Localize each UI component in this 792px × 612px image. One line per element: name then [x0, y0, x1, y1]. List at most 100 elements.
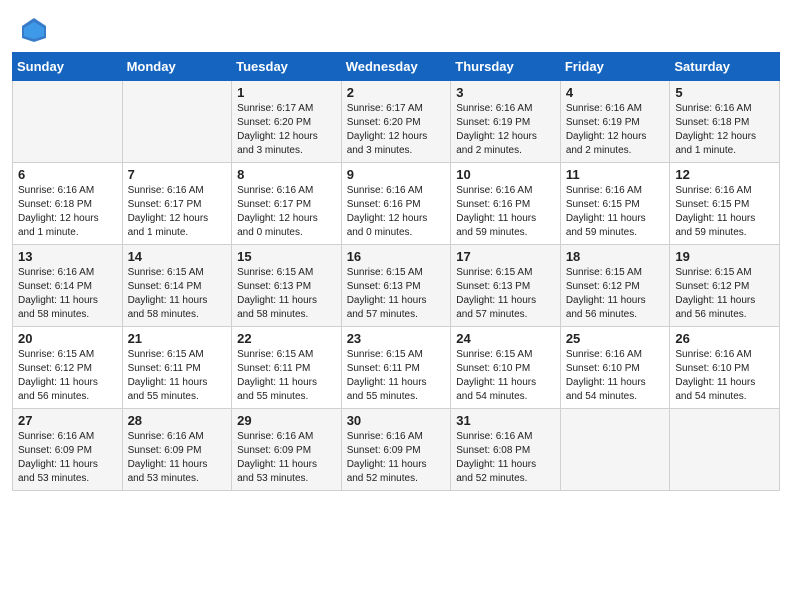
day-number: 8	[237, 167, 336, 182]
cell-info: Sunrise: 6:16 AM Sunset: 6:15 PM Dayligh…	[675, 184, 774, 240]
day-number: 20	[18, 331, 117, 346]
day-number: 24	[456, 331, 555, 346]
calendar-cell: 3 Sunrise: 6:16 AM Sunset: 6:19 PM Daylig…	[451, 81, 561, 163]
day-number: 1	[237, 85, 336, 100]
calendar-cell: 13 Sunrise: 6:16 AM Sunset: 6:14 PM Dayli…	[13, 245, 123, 327]
logo	[20, 16, 52, 44]
calendar-header: SundayMondayTuesdayWednesdayThursdayFrid…	[13, 53, 780, 81]
day-number: 16	[347, 249, 446, 264]
cell-info: Sunrise: 6:15 AM Sunset: 6:12 PM Dayligh…	[566, 266, 665, 322]
calendar: SundayMondayTuesdayWednesdayThursdayFrid…	[0, 52, 792, 612]
day-number: 28	[128, 413, 227, 428]
day-number: 5	[675, 85, 774, 100]
day-number: 9	[347, 167, 446, 182]
day-number: 19	[675, 249, 774, 264]
cell-info: Sunrise: 6:16 AM Sunset: 6:17 PM Dayligh…	[128, 184, 227, 240]
day-number: 30	[347, 413, 446, 428]
day-number: 25	[566, 331, 665, 346]
cell-info: Sunrise: 6:15 AM Sunset: 6:13 PM Dayligh…	[347, 266, 446, 322]
cell-info: Sunrise: 6:16 AM Sunset: 6:09 PM Dayligh…	[347, 430, 446, 486]
cell-info: Sunrise: 6:16 AM Sunset: 6:17 PM Dayligh…	[237, 184, 336, 240]
calendar-cell: 21 Sunrise: 6:15 AM Sunset: 6:11 PM Dayli…	[122, 327, 232, 409]
cell-info: Sunrise: 6:15 AM Sunset: 6:13 PM Dayligh…	[456, 266, 555, 322]
cell-info: Sunrise: 6:16 AM Sunset: 6:09 PM Dayligh…	[18, 430, 117, 486]
calendar-cell: 15 Sunrise: 6:15 AM Sunset: 6:13 PM Dayli…	[232, 245, 342, 327]
cell-info: Sunrise: 6:15 AM Sunset: 6:11 PM Dayligh…	[237, 348, 336, 404]
header-day: Friday	[560, 53, 670, 81]
calendar-cell: 9 Sunrise: 6:16 AM Sunset: 6:16 PM Daylig…	[341, 163, 451, 245]
calendar-week-row: 20 Sunrise: 6:15 AM Sunset: 6:12 PM Dayli…	[13, 327, 780, 409]
calendar-cell: 24Sunrise: 6:15 AM Sunset: 6:10 PM Dayli…	[451, 327, 561, 409]
calendar-cell: 12Sunrise: 6:16 AM Sunset: 6:15 PM Dayli…	[670, 163, 780, 245]
calendar-cell: 23 Sunrise: 6:15 AM Sunset: 6:11 PM Dayli…	[341, 327, 451, 409]
cell-info: Sunrise: 6:16 AM Sunset: 6:19 PM Dayligh…	[566, 102, 665, 158]
day-number: 13	[18, 249, 117, 264]
day-number: 4	[566, 85, 665, 100]
day-number: 18	[566, 249, 665, 264]
calendar-cell: 5Sunrise: 6:16 AM Sunset: 6:18 PM Daylig…	[670, 81, 780, 163]
cell-info: Sunrise: 6:16 AM Sunset: 6:15 PM Dayligh…	[566, 184, 665, 240]
calendar-cell: 22 Sunrise: 6:15 AM Sunset: 6:11 PM Dayli…	[232, 327, 342, 409]
cell-info: Sunrise: 6:16 AM Sunset: 6:19 PM Dayligh…	[456, 102, 555, 158]
calendar-cell: 18 Sunrise: 6:15 AM Sunset: 6:12 PM Dayli…	[560, 245, 670, 327]
cell-info: Sunrise: 6:17 AM Sunset: 6:20 PM Dayligh…	[237, 102, 336, 158]
day-number: 31	[456, 413, 555, 428]
cell-info: Sunrise: 6:15 AM Sunset: 6:12 PM Dayligh…	[18, 348, 117, 404]
cell-info: Sunrise: 6:16 AM Sunset: 6:09 PM Dayligh…	[128, 430, 227, 486]
day-number: 22	[237, 331, 336, 346]
day-number: 7	[128, 167, 227, 182]
cell-info: Sunrise: 6:16 AM Sunset: 6:09 PM Dayligh…	[237, 430, 336, 486]
calendar-week-row: 13 Sunrise: 6:16 AM Sunset: 6:14 PM Dayli…	[13, 245, 780, 327]
cell-info: Sunrise: 6:16 AM Sunset: 6:08 PM Dayligh…	[456, 430, 555, 486]
day-number: 17	[456, 249, 555, 264]
header-day: Saturday	[670, 53, 780, 81]
calendar-cell: 1 Sunrise: 6:17 AM Sunset: 6:20 PM Daylig…	[232, 81, 342, 163]
calendar-cell: 20 Sunrise: 6:15 AM Sunset: 6:12 PM Dayli…	[13, 327, 123, 409]
calendar-cell: 19Sunrise: 6:15 AM Sunset: 6:12 PM Dayli…	[670, 245, 780, 327]
day-number: 26	[675, 331, 774, 346]
cell-info: Sunrise: 6:16 AM Sunset: 6:14 PM Dayligh…	[18, 266, 117, 322]
header-day: Thursday	[451, 53, 561, 81]
day-number: 10	[456, 167, 555, 182]
cell-info: Sunrise: 6:16 AM Sunset: 6:16 PM Dayligh…	[456, 184, 555, 240]
day-number: 21	[128, 331, 227, 346]
page: SundayMondayTuesdayWednesdayThursdayFrid…	[0, 0, 792, 612]
calendar-cell	[670, 409, 780, 491]
header-row: SundayMondayTuesdayWednesdayThursdayFrid…	[13, 53, 780, 81]
calendar-table: SundayMondayTuesdayWednesdayThursdayFrid…	[12, 52, 780, 491]
calendar-body: 1 Sunrise: 6:17 AM Sunset: 6:20 PM Daylig…	[13, 81, 780, 491]
cell-info: Sunrise: 6:15 AM Sunset: 6:11 PM Dayligh…	[347, 348, 446, 404]
calendar-cell: 8 Sunrise: 6:16 AM Sunset: 6:17 PM Daylig…	[232, 163, 342, 245]
calendar-cell: 11 Sunrise: 6:16 AM Sunset: 6:15 PM Dayli…	[560, 163, 670, 245]
header-day: Wednesday	[341, 53, 451, 81]
cell-info: Sunrise: 6:15 AM Sunset: 6:13 PM Dayligh…	[237, 266, 336, 322]
day-number: 23	[347, 331, 446, 346]
day-number: 3	[456, 85, 555, 100]
cell-info: Sunrise: 6:16 AM Sunset: 6:10 PM Dayligh…	[675, 348, 774, 404]
calendar-week-row: 27Sunrise: 6:16 AM Sunset: 6:09 PM Dayli…	[13, 409, 780, 491]
day-number: 15	[237, 249, 336, 264]
calendar-week-row: 6Sunrise: 6:16 AM Sunset: 6:18 PM Daylig…	[13, 163, 780, 245]
logo-icon	[20, 16, 48, 44]
calendar-cell: 17 Sunrise: 6:15 AM Sunset: 6:13 PM Dayli…	[451, 245, 561, 327]
calendar-cell	[560, 409, 670, 491]
header-day: Monday	[122, 53, 232, 81]
cell-info: Sunrise: 6:16 AM Sunset: 6:16 PM Dayligh…	[347, 184, 446, 240]
calendar-cell: 10 Sunrise: 6:16 AM Sunset: 6:16 PM Dayli…	[451, 163, 561, 245]
cell-info: Sunrise: 6:17 AM Sunset: 6:20 PM Dayligh…	[347, 102, 446, 158]
day-number: 11	[566, 167, 665, 182]
calendar-cell: 28 Sunrise: 6:16 AM Sunset: 6:09 PM Dayli…	[122, 409, 232, 491]
calendar-cell	[122, 81, 232, 163]
header	[0, 0, 792, 52]
calendar-cell: 14Sunrise: 6:15 AM Sunset: 6:14 PM Dayli…	[122, 245, 232, 327]
cell-info: Sunrise: 6:15 AM Sunset: 6:14 PM Dayligh…	[128, 266, 227, 322]
calendar-week-row: 1 Sunrise: 6:17 AM Sunset: 6:20 PM Daylig…	[13, 81, 780, 163]
calendar-cell: 27Sunrise: 6:16 AM Sunset: 6:09 PM Dayli…	[13, 409, 123, 491]
calendar-cell: 7 Sunrise: 6:16 AM Sunset: 6:17 PM Daylig…	[122, 163, 232, 245]
header-day: Tuesday	[232, 53, 342, 81]
calendar-cell	[13, 81, 123, 163]
calendar-cell: 25 Sunrise: 6:16 AM Sunset: 6:10 PM Dayli…	[560, 327, 670, 409]
cell-info: Sunrise: 6:16 AM Sunset: 6:10 PM Dayligh…	[566, 348, 665, 404]
cell-info: Sunrise: 6:15 AM Sunset: 6:11 PM Dayligh…	[128, 348, 227, 404]
cell-info: Sunrise: 6:16 AM Sunset: 6:18 PM Dayligh…	[18, 184, 117, 240]
